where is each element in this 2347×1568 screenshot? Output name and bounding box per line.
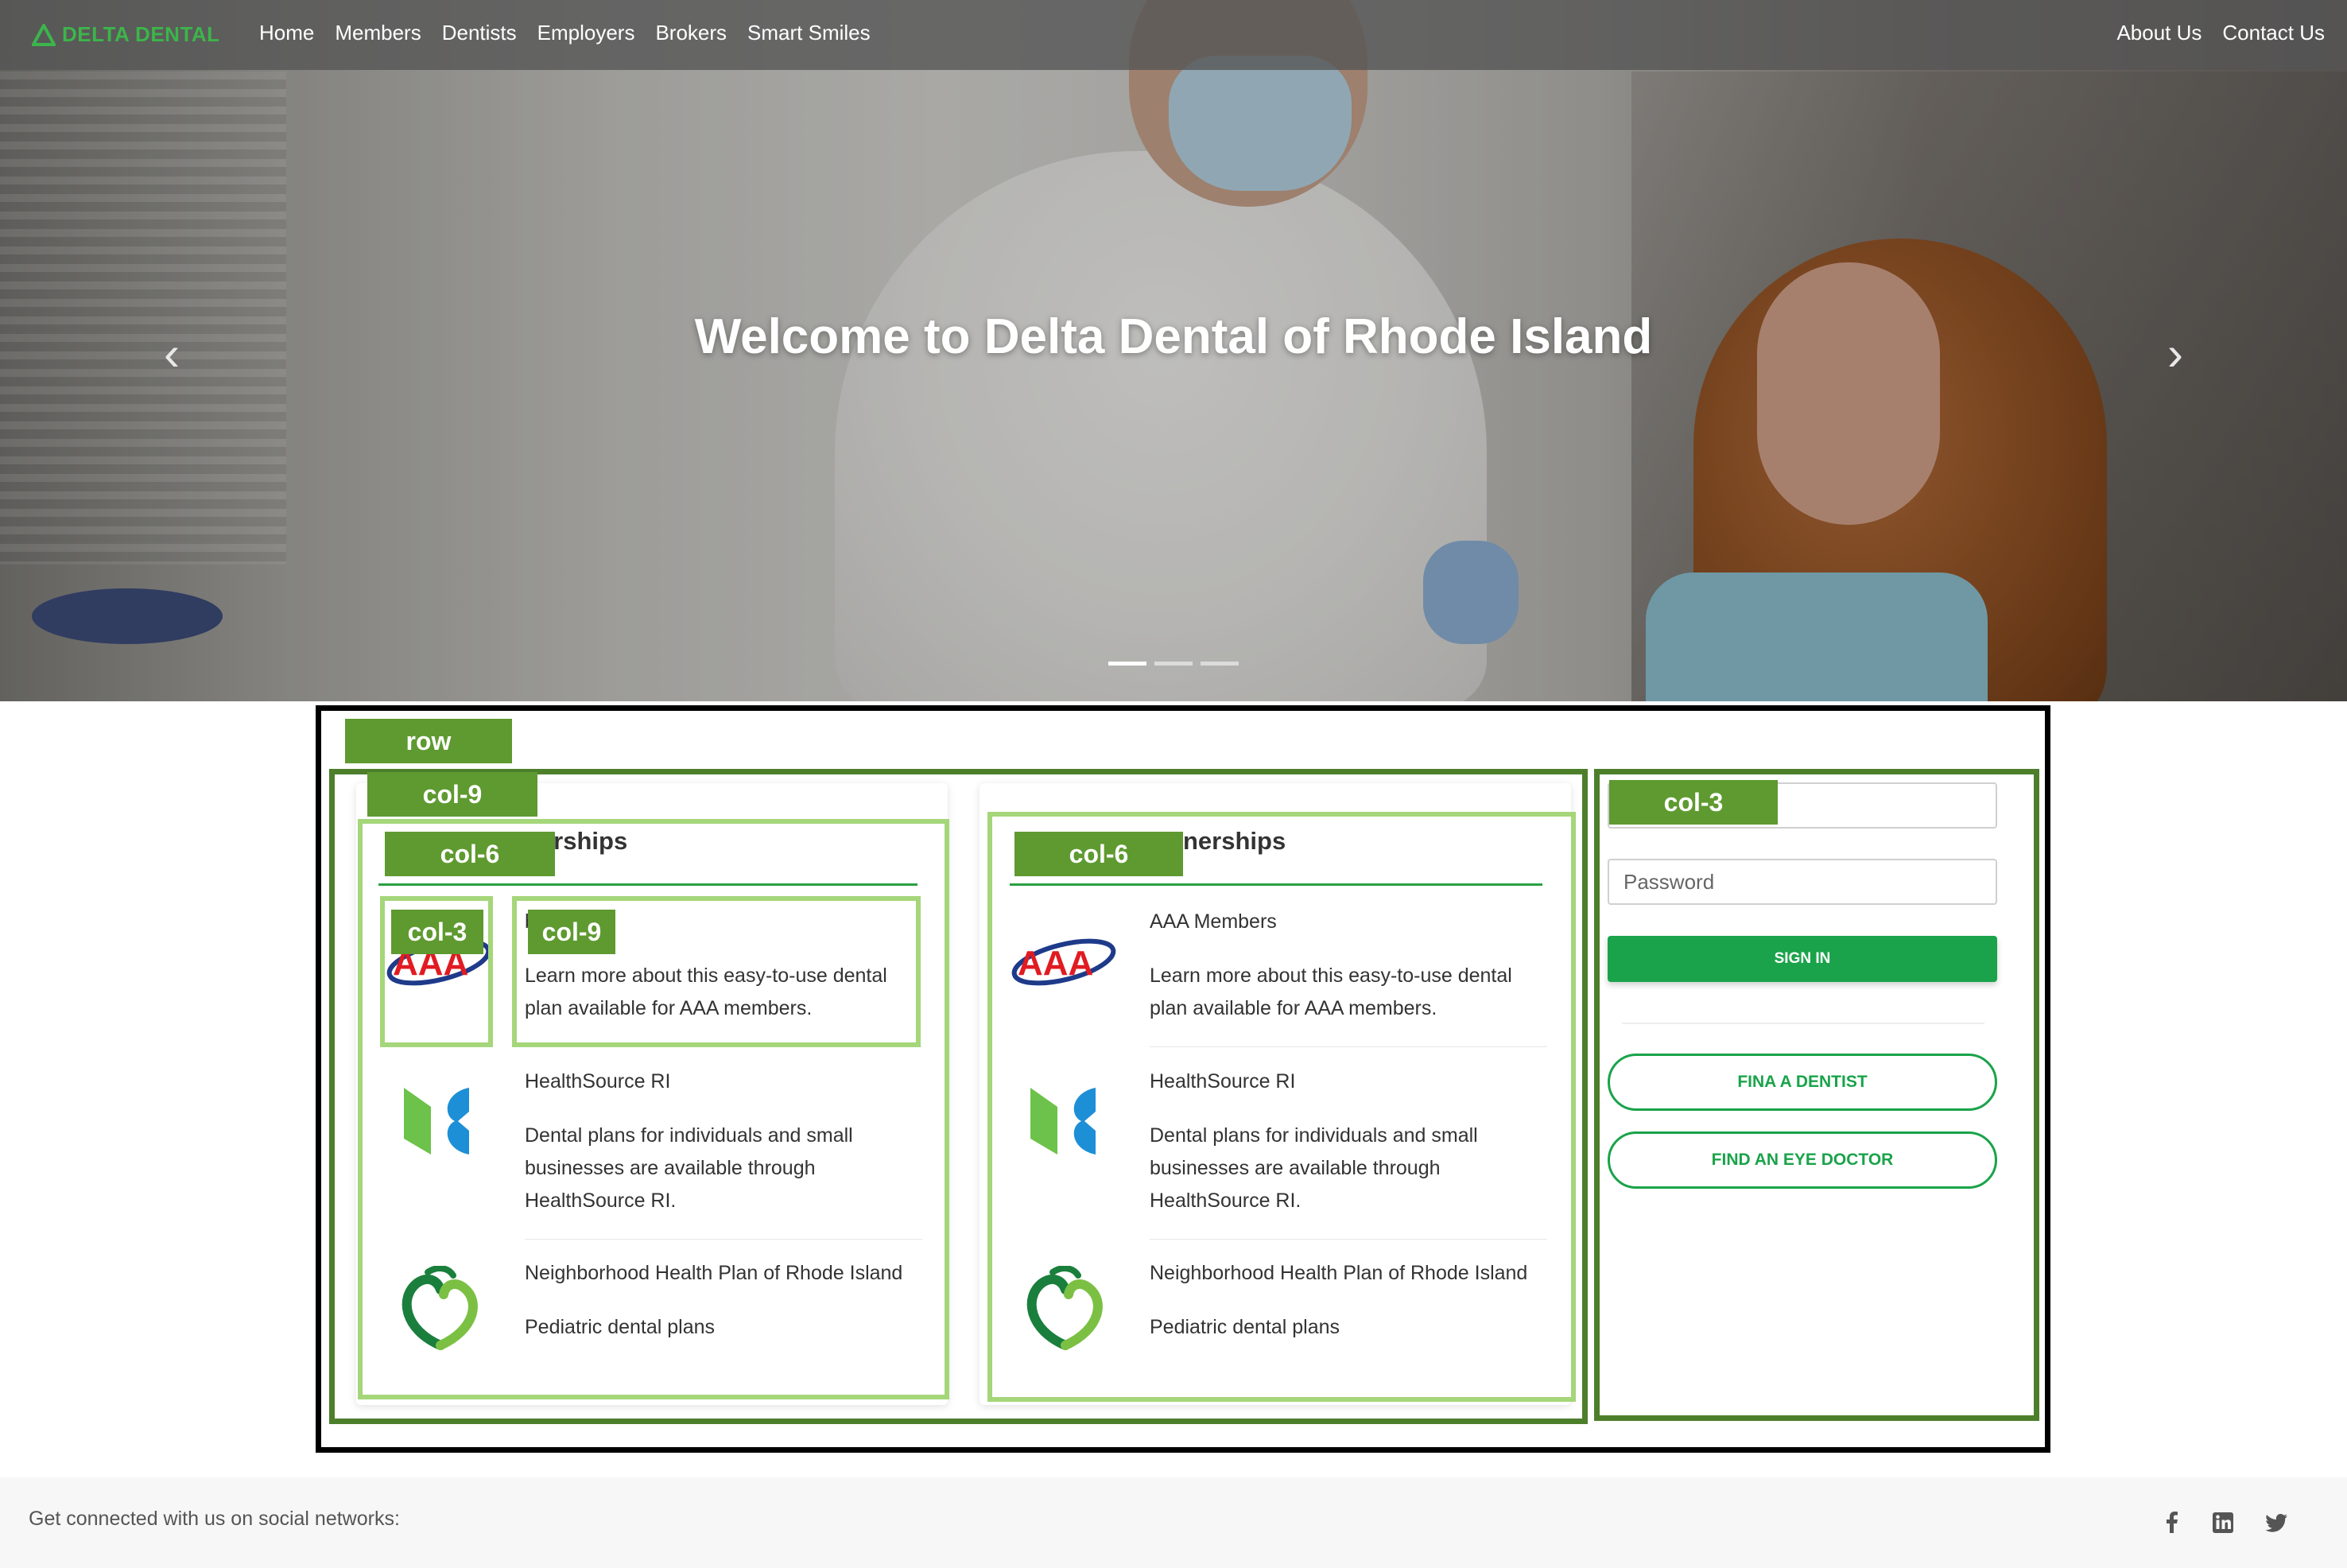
grid-label-col3-inner: col-3: [391, 910, 483, 954]
hero-title: Welcome to Delta Dental of Rhode Island: [694, 309, 1653, 364]
grid-col3-outline: [1594, 769, 2039, 1421]
nav-about-us[interactable]: About Us: [2116, 21, 2202, 45]
carousel-indicator-2[interactable]: [1154, 662, 1193, 666]
secondary-nav: About Us Contact Us: [2116, 21, 2325, 45]
delta-triangle-icon: [32, 23, 56, 46]
twitter-icon[interactable]: [2263, 1509, 2290, 1536]
grid-label-col9-inner: col-9: [528, 910, 615, 954]
grid-label-col3-outer: col-3: [1609, 780, 1778, 825]
hero-carousel: Welcome to Delta Dental of Rhode Island …: [0, 0, 2347, 701]
nav-smart-smiles[interactable]: Smart Smiles: [747, 21, 871, 45]
grid-label-row: row: [345, 719, 512, 763]
nav-dentists[interactable]: Dentists: [442, 21, 517, 45]
nav-employers[interactable]: Employers: [537, 21, 635, 45]
carousel-indicator-1[interactable]: [1108, 662, 1146, 666]
grid-label-col6-left: col-6: [385, 832, 555, 876]
carousel-indicator-3[interactable]: [1201, 662, 1239, 666]
top-navbar: DELTA DENTAL Home Members Dentists Emplo…: [0, 0, 2347, 70]
carousel-next-button[interactable]: ›: [2159, 326, 2191, 382]
linkedin-icon[interactable]: [2209, 1509, 2236, 1536]
nav-home[interactable]: Home: [259, 21, 314, 45]
primary-nav: Home Members Dentists Employers Brokers …: [259, 21, 871, 45]
carousel-prev-button[interactable]: ‹: [156, 326, 188, 382]
brand-logo[interactable]: DELTA DENTAL: [32, 22, 220, 47]
brand-name: DELTA DENTAL: [62, 22, 220, 46]
nav-brokers[interactable]: Brokers: [655, 21, 727, 45]
grid-label-col9: col-9: [367, 772, 537, 817]
nav-contact-us[interactable]: Contact Us: [2222, 21, 2325, 45]
footer: Get connected with us on social networks…: [0, 1477, 2347, 1568]
nav-members[interactable]: Members: [335, 21, 421, 45]
carousel-indicators: [0, 662, 2347, 666]
facebook-icon[interactable]: [2159, 1509, 2186, 1536]
grid-label-col6-right: col-6: [1014, 832, 1183, 876]
grid-col6-right-outline: [987, 812, 1576, 1402]
footer-social-text: Get connected with us on social networks…: [29, 1508, 400, 1530]
